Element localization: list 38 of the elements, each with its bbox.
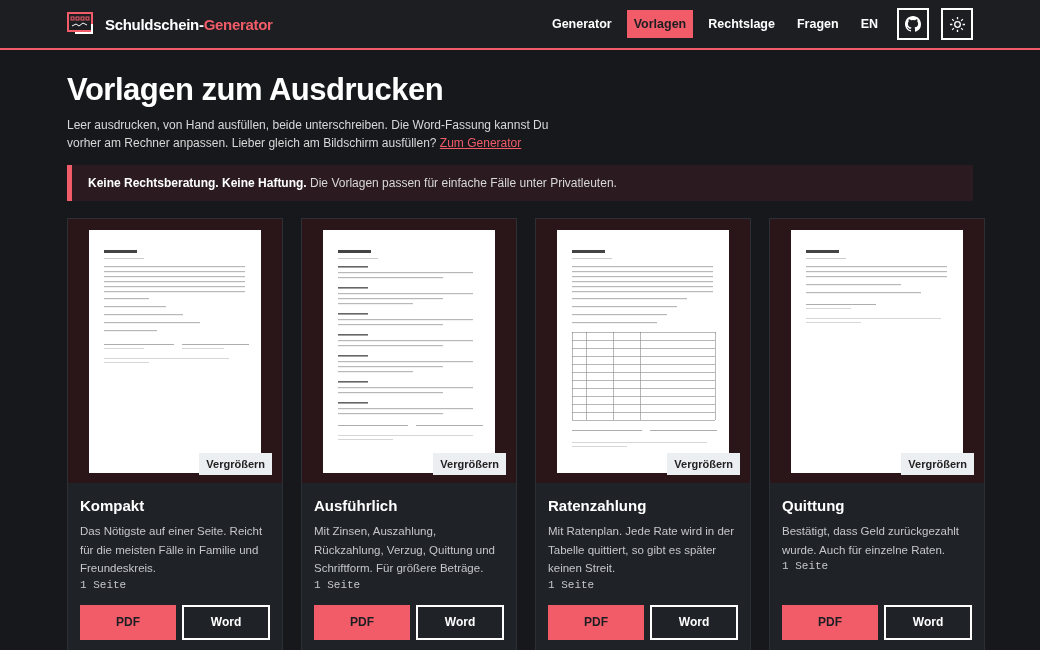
generator-link[interactable]: Zum Generator	[439, 136, 522, 150]
download-button[interactable]: Word	[650, 604, 738, 640]
card-description: Das Nötigste auf einer Seite. Reicht für die meisten Fälle in Familie und Freundeskreis.	[80, 524, 264, 576]
nav-link[interactable]: Generator	[544, 10, 619, 38]
theme-toggle-button[interactable]	[941, 8, 973, 40]
nav-link[interactable]: Fragen	[789, 10, 846, 38]
download-button[interactable]: PDF	[782, 604, 878, 640]
download-button[interactable]: Word	[182, 604, 270, 640]
enlarge-button[interactable]: Vergrößern	[199, 453, 272, 475]
page-title: Vorlagen zum Ausdrucken	[67, 72, 445, 108]
github-icon	[905, 16, 921, 32]
card-description: Bestätigt, dass Geld zurückgezahlt wurde. Auch für einzelne Raten.	[782, 524, 961, 558]
disclaimer-banner: Keine Rechtsberatung. Keine Haftung. Die Vorlagen passen für einfache Fälle unter Privatleuten.	[67, 165, 973, 201]
enlarge-button[interactable]: Vergrößern	[667, 453, 740, 475]
nav-link[interactable]: Vorlagen	[626, 10, 694, 38]
card-title: Kompakt	[80, 497, 146, 514]
download-button[interactable]: PDF	[314, 604, 410, 640]
github-button[interactable]	[897, 8, 929, 40]
page-count: 1 Seite	[80, 578, 128, 591]
enlarge-button[interactable]: Vergrößern	[901, 453, 974, 475]
enlarge-button[interactable]: Vergrößern	[433, 453, 506, 475]
nav-link[interactable]: EN	[853, 10, 885, 38]
intro-text: Leer ausdrucken, von Hand ausfüllen, beide unterschreiben. Die Word-Fassung kannst Du vorher am Rechner anpassen. Lieber gleich am Bildschirm ausfüllen? Zum Generator	[67, 117, 550, 152]
download-button[interactable]: Word	[416, 604, 504, 640]
card-title: Ratenzahlung	[548, 497, 648, 514]
page-count: 1 Seite	[782, 560, 830, 572]
download-button[interactable]: Word	[884, 604, 972, 640]
brand-link[interactable]: Schuldschein-Generator	[105, 15, 273, 33]
card-title: Quittung	[782, 497, 846, 514]
card-title: Ausführlich	[314, 497, 399, 514]
card-description: Mit Zinsen, Auszahlung, Rückzahlung, Verzug, Quittung und Schriftform. Für größere Beträge.	[314, 524, 496, 576]
nav-link[interactable]: Rechtslage	[701, 10, 782, 38]
card-description: Mit Ratenplan. Jede Rate wird in der Tabelle quittiert, so gibt es später keinen Streit.	[548, 524, 735, 576]
page-count: 1 Seite	[548, 578, 596, 591]
page-count: 1 Seite	[314, 578, 362, 591]
download-button[interactable]: PDF	[80, 604, 176, 640]
download-button[interactable]: PDF	[548, 604, 644, 640]
sun-icon	[949, 16, 965, 32]
